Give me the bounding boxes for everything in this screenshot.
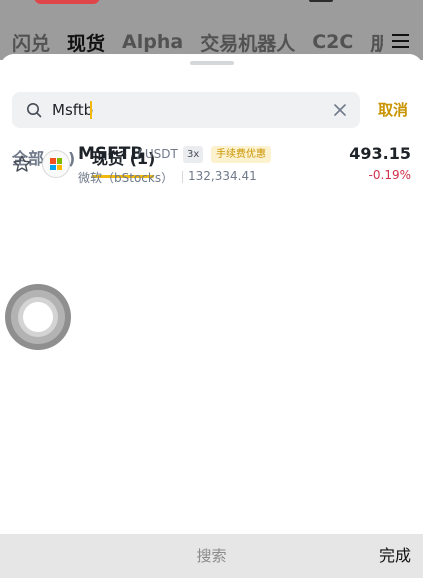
close-icon[interactable] <box>332 102 348 118</box>
microsoft-logo-icon <box>42 150 70 178</box>
search-icon <box>27 103 42 118</box>
keyboard-accessory-bar: 搜索 完成 <box>0 534 423 578</box>
pair-quote: / USDT <box>137 147 178 161</box>
volume-value: 132,334.41 <box>188 169 257 183</box>
tab-more[interactable]: 朋 <box>370 29 383 56</box>
asset-name: 微软（bStocks） <box>78 171 174 185</box>
tab-convert[interactable]: 闪兑 <box>12 29 50 56</box>
done-button[interactable]: 完成 <box>379 534 411 578</box>
pair-symbol: MSFTB <box>78 144 144 164</box>
last-price: 493.15 <box>349 144 411 163</box>
star-outline-icon[interactable] <box>12 154 32 174</box>
keyboard-search-label: 搜索 <box>196 547 227 565</box>
tab-alpha[interactable]: Alpha <box>122 31 183 53</box>
cancel-button[interactable]: 取消 <box>378 92 408 128</box>
list-item[interactable]: MSFTB / USDT 3x 手续费优惠 微软（bStocks） 132,33… <box>0 140 423 196</box>
search-input[interactable] <box>52 92 322 128</box>
search-row: 取消 <box>12 92 412 128</box>
fee-discount-badge: 手续费优惠 <box>211 146 271 163</box>
tab-c2c[interactable]: C2C <box>312 31 353 53</box>
background-header: 闪兑 现货 Alpha 交易机器人 C2C 朋 <box>0 0 423 60</box>
background-tabs: 闪兑 现货 Alpha 交易机器人 C2C 朋 <box>12 28 383 56</box>
assistive-touch-button[interactable] <box>5 284 71 350</box>
leverage-badge: 3x <box>183 146 204 163</box>
hamburger-icon[interactable] <box>392 34 409 48</box>
tab-trading-bots[interactable]: 交易机器人 <box>200 29 295 56</box>
divider <box>182 171 183 183</box>
background-icon <box>309 0 333 2</box>
text-caret <box>90 101 92 119</box>
price-change: -0.19% <box>368 168 411 182</box>
tab-spot[interactable]: 现货 <box>67 29 105 56</box>
notification-badge <box>34 0 100 4</box>
search-box[interactable] <box>12 92 360 128</box>
sheet-grab-handle[interactable] <box>190 61 234 65</box>
